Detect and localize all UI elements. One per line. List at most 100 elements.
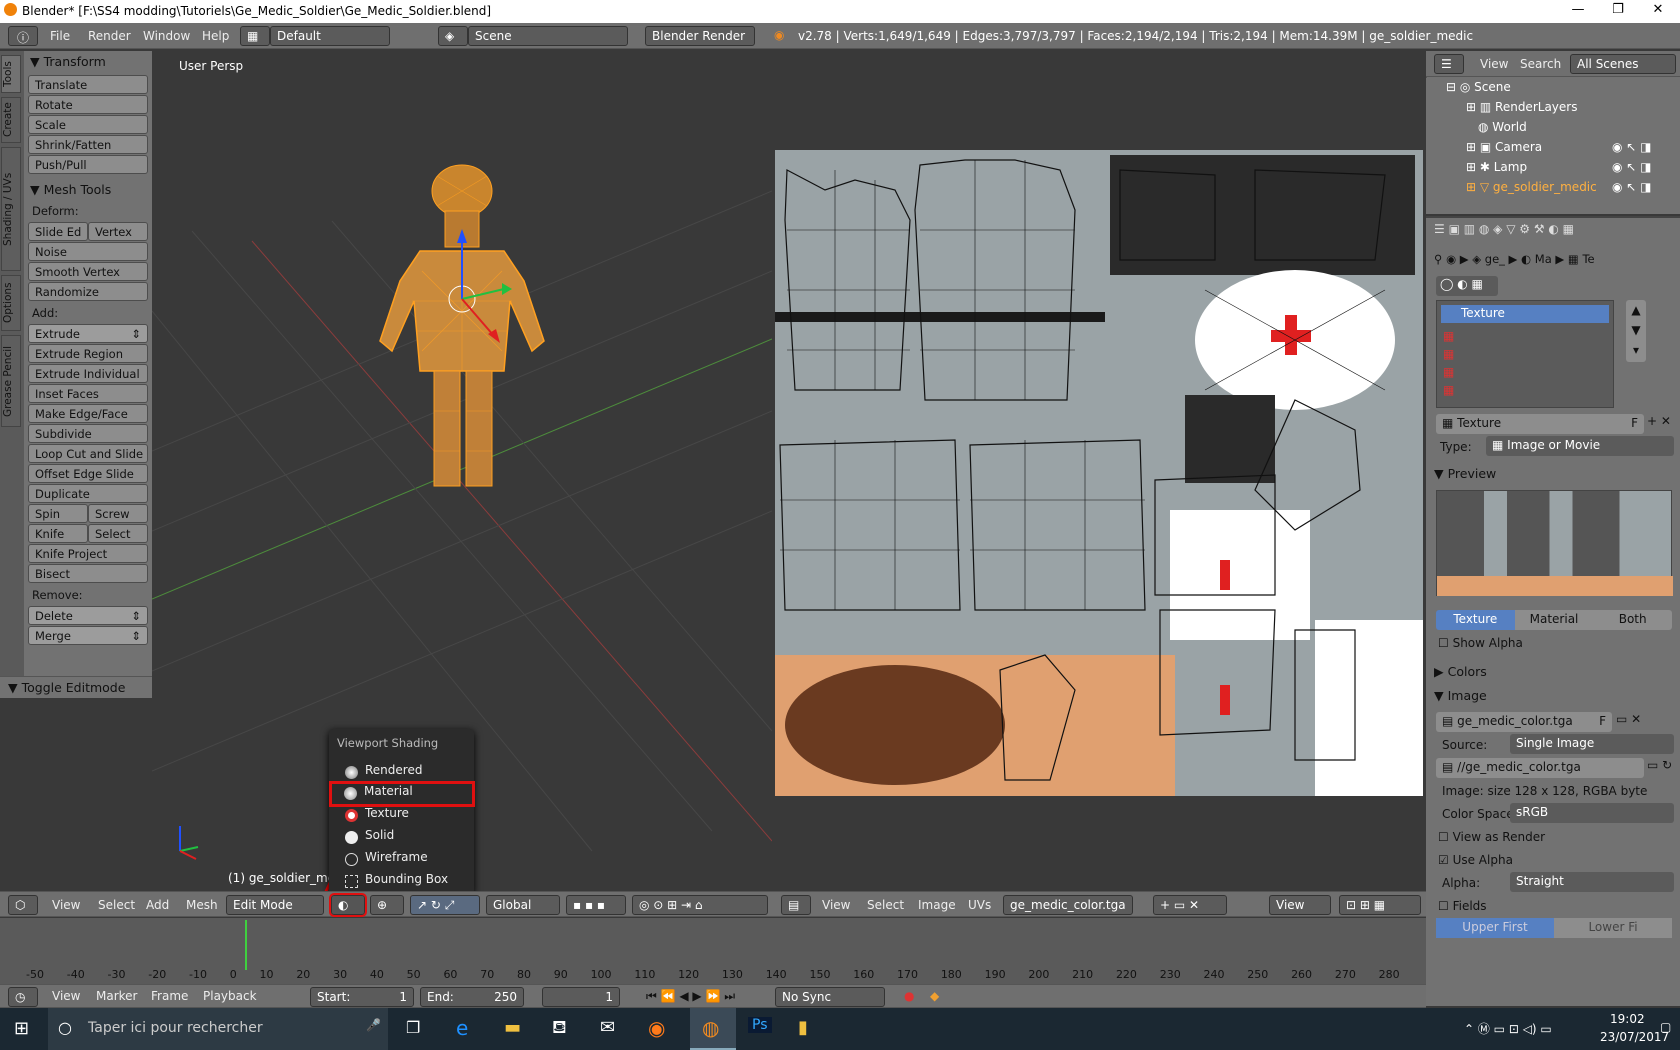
minimize-button[interactable]: — xyxy=(1558,2,1598,17)
menu-help[interactable]: Help xyxy=(202,29,229,43)
spin-button[interactable]: Spin xyxy=(28,504,88,523)
texture-type-select[interactable]: ▦ Image or Movie xyxy=(1486,436,1674,456)
uv-image-actions[interactable]: + ▭ ✕ xyxy=(1153,895,1227,915)
manipulator-icons[interactable]: ↗ ↻ ⤢ xyxy=(410,895,480,915)
vertex-slide-button[interactable]: Vertex xyxy=(88,222,148,241)
image-source-select[interactable]: Single Image xyxy=(1510,734,1674,754)
shading-bounding-box-item[interactable]: Bounding Box xyxy=(337,872,457,892)
outliner-editor-icon[interactable]: ☰ xyxy=(1434,54,1464,74)
extrude-individual-button[interactable]: Extrude Individual xyxy=(28,364,148,383)
shrink-fatten-button[interactable]: Shrink/Fatten xyxy=(28,135,148,154)
notification-icon[interactable]: ▢ xyxy=(1660,1020,1671,1034)
make-edge-face-button[interactable]: Make Edge/Face xyxy=(28,404,148,423)
viewport-menu-mesh[interactable]: Mesh xyxy=(186,898,218,912)
blender-taskbar-button[interactable]: ◍ xyxy=(690,1008,736,1050)
render-engine-select[interactable]: Blender Render xyxy=(645,26,755,46)
microphone-icon[interactable]: 🎤 xyxy=(366,1018,381,1032)
outliner-menu-view[interactable]: View xyxy=(1480,57,1508,71)
start-frame-field[interactable]: Start: 1 xyxy=(310,987,414,1007)
file-explorer-icon[interactable]: ▬ xyxy=(504,1017,521,1038)
shading-material-item[interactable]: Material xyxy=(329,781,475,807)
timeline[interactable]: -50 -40 -30 -20 -10 0 10 20 30 40 50 60 70 80 90 100 110… xyxy=(0,918,1426,985)
record-icon[interactable]: ● xyxy=(904,989,914,1003)
pivot-point-icon[interactable]: ⊕ xyxy=(370,895,404,915)
tab-options[interactable]: Options xyxy=(1,275,21,331)
outliner-menu-search[interactable]: Search xyxy=(1520,57,1561,71)
timeline-editor-icon[interactable]: ◷ xyxy=(8,987,38,1007)
noise-button[interactable]: Noise xyxy=(28,242,148,261)
uv-menu-select[interactable]: Select xyxy=(867,898,904,912)
image-open-close-icons[interactable]: ▭ ✕ xyxy=(1616,712,1676,726)
mail-icon[interactable]: ✉ xyxy=(600,1017,615,1038)
empty-slot-icons[interactable]: ▦ ▦ ▦ ▦ xyxy=(1437,327,1613,399)
image-panel-header[interactable]: ▼ Image xyxy=(1434,688,1487,703)
current-frame-indicator[interactable] xyxy=(245,920,247,970)
tray-icons[interactable]: ⌃ Ⓜ ▭ ⊡ ◁) ▭ xyxy=(1464,1020,1552,1037)
windows-start-icon[interactable]: ⊞ xyxy=(14,1018,29,1039)
editor-type-uv-icon[interactable]: ▤ xyxy=(781,895,811,915)
alpha-mode-select[interactable]: Straight xyxy=(1510,872,1674,892)
mode-select[interactable]: Edit Mode xyxy=(226,895,324,915)
preview-tab-both[interactable]: Both xyxy=(1593,610,1673,630)
transform-orientation-select[interactable]: Global xyxy=(486,895,560,915)
tab-tools[interactable]: Tools xyxy=(1,55,21,93)
timeline-menu-view[interactable]: View xyxy=(52,989,80,1003)
folder-icon[interactable]: ▮ xyxy=(798,1017,808,1038)
uv-menu-view[interactable]: View xyxy=(822,898,850,912)
timeline-menu-frame[interactable]: Frame xyxy=(151,989,188,1003)
outliner-item-world[interactable]: ◍ World xyxy=(1478,120,1527,134)
offset-edge-slide-button[interactable]: Offset Edge Slide xyxy=(28,464,148,483)
randomize-button[interactable]: Randomize xyxy=(28,282,148,301)
viewport-shading-button[interactable]: ◐ xyxy=(329,893,367,917)
smooth-vertex-button[interactable]: Smooth Vertex xyxy=(28,262,148,281)
end-frame-field[interactable]: End: 250 xyxy=(420,987,524,1007)
timeline-menu-marker[interactable]: Marker xyxy=(96,989,137,1003)
tab-grease-pencil[interactable]: Grease Pencil xyxy=(1,335,21,427)
store-icon[interactable]: ⛾ xyxy=(552,1017,567,1041)
tab-create[interactable]: Create xyxy=(1,97,21,143)
loop-cut-slide-button[interactable]: Loop Cut and Slide xyxy=(28,444,148,463)
preview-tab-texture[interactable]: Texture xyxy=(1436,610,1515,630)
knife-select-button[interactable]: Select xyxy=(88,524,148,543)
uv-image-editor[interactable] xyxy=(773,51,1423,891)
image-fake-user-button[interactable]: F xyxy=(1599,714,1606,728)
image-filepath-field[interactable]: ▤ //ge_medic_color.tga xyxy=(1436,758,1644,778)
outliner-item-renderlayers[interactable]: ⊞ ▥ RenderLayers xyxy=(1466,100,1577,114)
texture-name-field[interactable]: ▦ Texture F xyxy=(1436,414,1644,434)
menu-window[interactable]: Window xyxy=(143,29,190,43)
outliner-filter-select[interactable]: All Scenes xyxy=(1570,54,1676,74)
shading-rendered-item[interactable]: Rendered xyxy=(337,763,457,783)
rotate-button[interactable]: Rotate xyxy=(28,95,148,114)
show-alpha-checkbox[interactable]: ☐ Show Alpha xyxy=(1438,636,1523,650)
breadcrumb-object[interactable]: ge_ xyxy=(1485,252,1505,266)
outliner-item-ge-soldier-medic[interactable]: ⊞ ▽ ge_soldier_medic xyxy=(1466,180,1597,194)
fake-user-button[interactable]: F xyxy=(1631,416,1638,430)
scene-select[interactable]: Scene xyxy=(468,26,628,46)
shading-solid-item[interactable]: Solid xyxy=(337,828,457,848)
slot-move-buttons[interactable]: ▲ ▼ ▾ xyxy=(1626,300,1646,362)
inset-faces-button[interactable]: Inset Faces xyxy=(28,384,148,403)
visibility-eye-icon[interactable]: ◉ ↖ ◨ xyxy=(1612,140,1652,154)
screw-button[interactable]: Screw xyxy=(88,504,148,523)
outliner-item-lamp[interactable]: ⊞ ✱ Lamp xyxy=(1466,160,1527,174)
screen-layout-icon[interactable]: ▦ xyxy=(240,26,270,46)
editor-type-3d-icon[interactable]: ⬡ xyxy=(8,895,38,915)
uv-menu-image[interactable]: Image xyxy=(918,898,956,912)
lower-first-option[interactable]: Lower Fi xyxy=(1554,918,1672,938)
toggle-editmode-panel[interactable]: ▼ Toggle Editmode xyxy=(0,676,152,698)
sync-mode-select[interactable]: No Sync xyxy=(775,987,885,1007)
viewport-menu-select[interactable]: Select xyxy=(98,898,135,912)
fields-checkbox[interactable]: ☐ Fields xyxy=(1438,899,1487,913)
maximize-button[interactable]: ❐ xyxy=(1598,2,1638,17)
select-mode-icons[interactable]: ▪ ▪ ▪ xyxy=(566,895,626,915)
properties-context-tabs[interactable]: ☰ ▣ ▥ ◍ ◈ ▽ ⚙ ⚒ ◐ ▦ xyxy=(1434,222,1674,244)
color-space-select[interactable]: sRGB xyxy=(1510,803,1674,823)
menu-file[interactable]: File xyxy=(50,29,70,43)
viewport-menu-view[interactable]: View xyxy=(52,898,80,912)
merge-dropdown[interactable]: Merge ⇕ xyxy=(28,626,148,645)
subdivide-button[interactable]: Subdivide xyxy=(28,424,148,443)
push-pull-button[interactable]: Push/Pull xyxy=(28,155,148,174)
preview-tab-material[interactable]: Material xyxy=(1514,610,1594,630)
view-as-render-checkbox[interactable]: ☐ View as Render xyxy=(1438,830,1545,844)
knife-project-button[interactable]: Knife Project xyxy=(28,544,148,563)
